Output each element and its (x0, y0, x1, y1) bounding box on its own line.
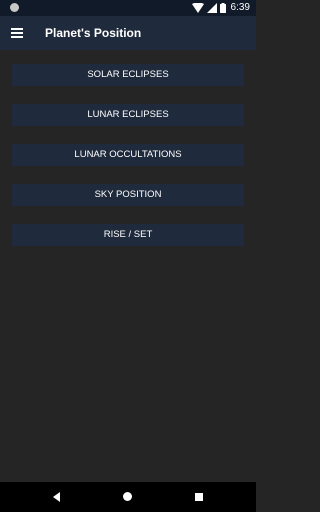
wifi-icon (191, 3, 204, 13)
lunar-occultations-button[interactable]: LUNAR OCCULTATIONS (12, 144, 244, 166)
notification-dot-icon (10, 3, 19, 12)
home-icon[interactable] (123, 492, 132, 501)
status-bar: 6:39 (0, 0, 256, 16)
hamburger-menu-icon[interactable] (9, 24, 27, 42)
page-title: Planet's Position (45, 26, 142, 40)
app-bar: Planet's Position (0, 16, 256, 50)
navigation-bar (0, 482, 256, 512)
cellular-signal-icon (206, 3, 217, 13)
solar-eclipses-button[interactable]: SOLAR ECLIPSES (12, 64, 244, 86)
battery-icon (219, 3, 226, 13)
back-icon[interactable] (53, 492, 60, 502)
recents-icon[interactable] (195, 493, 203, 501)
status-icons: 6:39 (191, 1, 250, 15)
status-time: 6:39 (230, 2, 250, 13)
rise-set-button[interactable]: RISE / SET (12, 224, 244, 246)
lunar-eclipses-button[interactable]: LUNAR ECLIPSES (12, 104, 244, 126)
menu-list: SOLAR ECLIPSES LUNAR ECLIPSES LUNAR OCCU… (12, 64, 244, 264)
sky-position-button[interactable]: SKY POSITION (12, 184, 244, 206)
